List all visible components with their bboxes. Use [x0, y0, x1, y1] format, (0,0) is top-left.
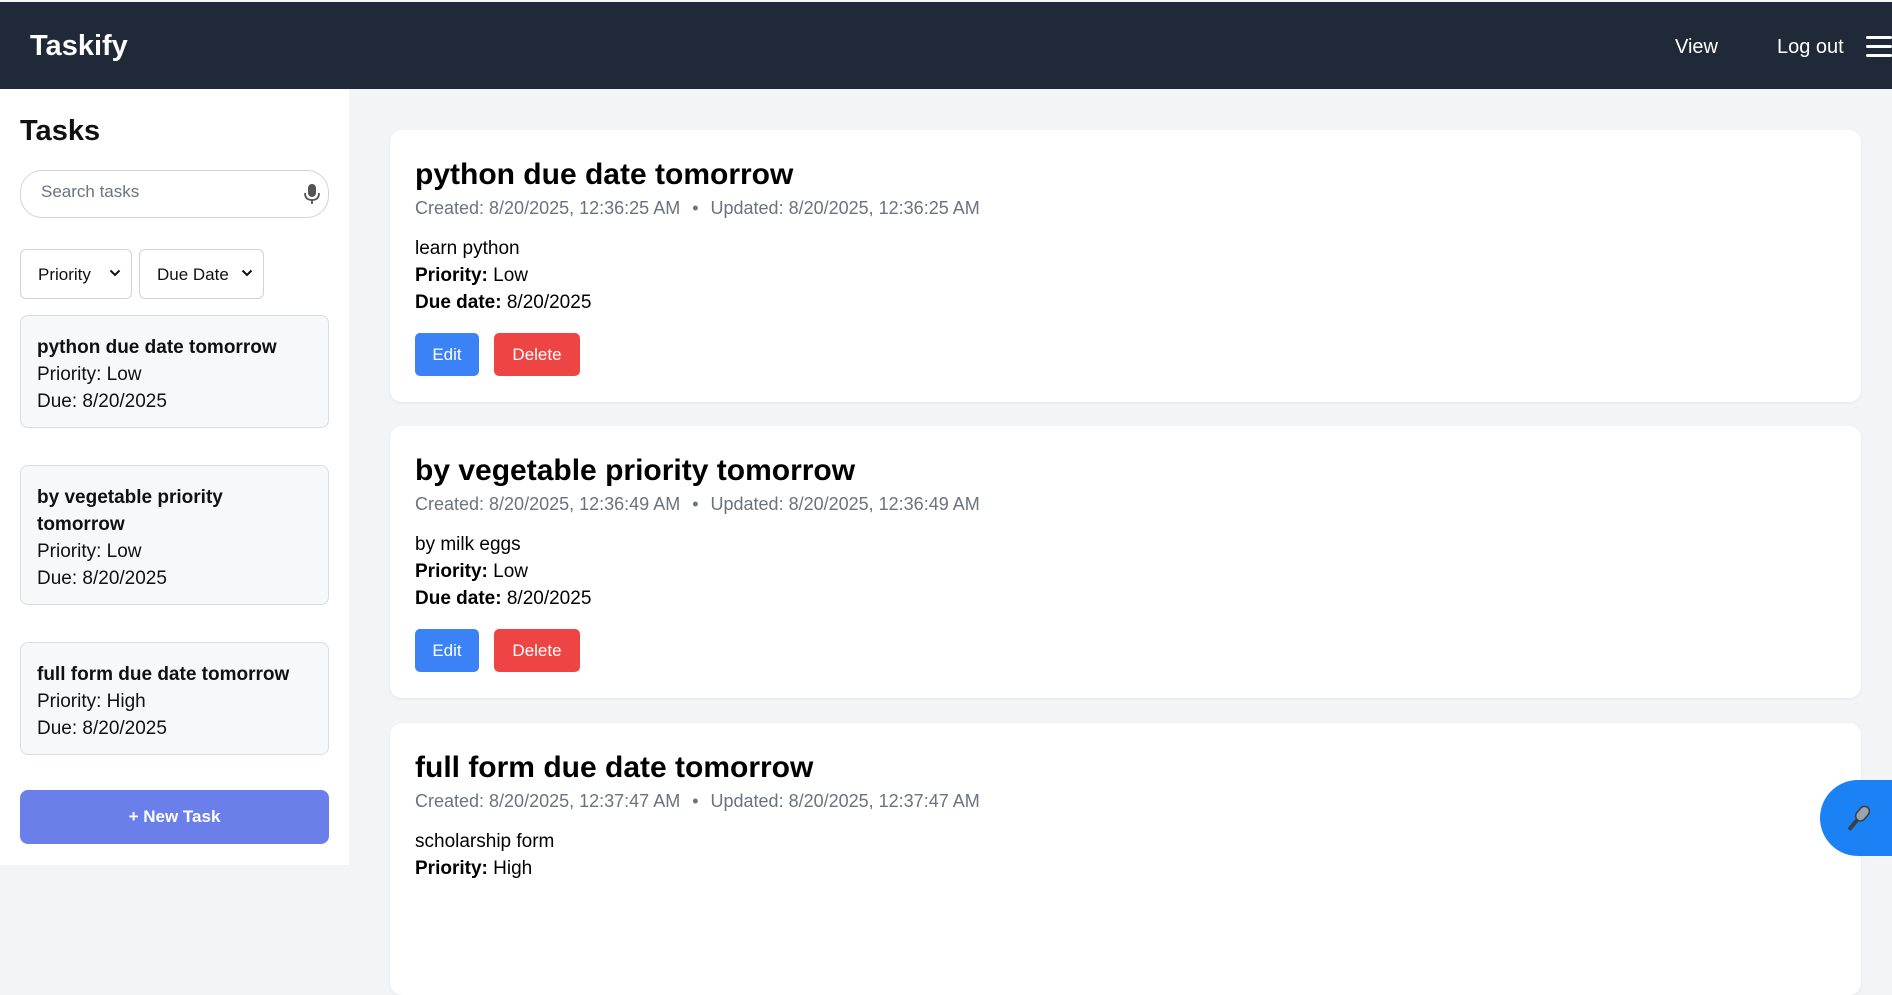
- search-box[interactable]: [20, 170, 329, 218]
- meta-separator: •: [692, 198, 699, 218]
- sidebar-task-item[interactable]: full form due date tomorrow Priority: Hi…: [20, 642, 329, 755]
- task-priority-row: Priority: Low: [415, 262, 591, 289]
- due-date-label: Due date:: [415, 588, 502, 609]
- priority-value: Low: [493, 265, 528, 286]
- sidebar-task-item[interactable]: by vegetable priority tomorrow Priority:…: [20, 465, 329, 605]
- updated-timestamp: Updated: 8/20/2025, 12:37:47 AM: [710, 791, 980, 811]
- created-timestamp: Created: 8/20/2025, 12:36:49 AM: [415, 494, 681, 514]
- delete-button[interactable]: Delete: [494, 333, 580, 376]
- created-timestamp: Created: 8/20/2025, 12:37:47 AM: [415, 791, 681, 811]
- sidebar: Tasks Priority Due Date python due date …: [0, 89, 349, 865]
- priority-filter-select[interactable]: Priority: [20, 249, 132, 299]
- edit-button[interactable]: Edit: [415, 333, 479, 376]
- priority-label: Priority:: [415, 561, 488, 582]
- task-priority-row: Priority: Low: [415, 558, 591, 585]
- sidebar-task-title: full form due date tomorrow: [37, 664, 290, 685]
- updated-timestamp: Updated: 8/20/2025, 12:36:49 AM: [710, 494, 980, 514]
- task-card: by vegetable priority tomorrow Created: …: [390, 426, 1861, 698]
- new-task-button[interactable]: + New Task: [20, 790, 329, 844]
- nav-view-link[interactable]: View: [1675, 36, 1718, 59]
- search-input[interactable]: [41, 179, 296, 205]
- task-description: scholarship form: [415, 831, 555, 852]
- meta-separator: •: [692, 791, 699, 811]
- task-timestamps: Created: 8/20/2025, 12:36:49 AM • Updated:…: [415, 494, 980, 515]
- sidebar-task-due: Due: 8/20/2025: [37, 718, 167, 739]
- due-date-value: 8/20/2025: [506, 588, 592, 609]
- app-brand[interactable]: Taskify: [30, 30, 128, 63]
- task-timestamps: Created: 8/20/2025, 12:37:47 AM • Updated:…: [415, 791, 980, 812]
- sidebar-task-priority: Priority: High: [37, 691, 146, 712]
- task-priority-row: Priority: High: [415, 855, 554, 882]
- due-date-filter-value: Due Date: [157, 265, 229, 284]
- sidebar-task-priority: Priority: Low: [37, 541, 142, 562]
- sidebar-task-item[interactable]: python due date tomorrow Priority: Low D…: [20, 315, 329, 428]
- priority-value: High: [493, 858, 533, 879]
- task-timestamps: Created: 8/20/2025, 12:36:25 AM • Updated:…: [415, 198, 980, 219]
- task-description: learn python: [415, 238, 520, 259]
- hamburger-icon[interactable]: [1866, 36, 1892, 58]
- delete-button[interactable]: Delete: [494, 629, 580, 672]
- updated-timestamp: Updated: 8/20/2025, 12:36:25 AM: [710, 198, 980, 218]
- priority-label: Priority:: [415, 265, 488, 286]
- task-title: full form due date tomorrow: [415, 751, 814, 784]
- priority-filter-value: Priority: [38, 265, 91, 284]
- meta-separator: •: [692, 494, 699, 514]
- task-card: full form due date tomorrow Created: 8/2…: [390, 723, 1861, 995]
- nav-logout-link[interactable]: Log out: [1777, 36, 1844, 59]
- created-timestamp: Created: 8/20/2025, 12:36:25 AM: [415, 198, 681, 218]
- sidebar-title: Tasks: [20, 115, 101, 147]
- top-navbar: Taskify View Log out: [0, 2, 1892, 89]
- task-description: by milk eggs: [415, 534, 521, 555]
- task-card: python due date tomorrow Created: 8/20/2…: [390, 130, 1861, 402]
- microphone-icon[interactable]: [303, 183, 321, 205]
- task-due-row: Due date: 8/20/2025: [415, 585, 591, 612]
- sidebar-task-priority: Priority: Low: [37, 364, 142, 385]
- task-due-row: Due date: 8/20/2025: [415, 289, 591, 316]
- due-date-value: 8/20/2025: [506, 292, 592, 313]
- voice-fab-button[interactable]: [1820, 780, 1892, 856]
- task-details: by milk eggs Priority: Low Due date: 8/2…: [415, 531, 591, 612]
- chevron-down-icon: [109, 269, 121, 277]
- sidebar-task-due: Due: 8/20/2025: [37, 568, 167, 589]
- edit-button[interactable]: Edit: [415, 629, 479, 672]
- task-details: scholarship form Priority: High: [415, 828, 554, 882]
- microphone-icon: [1847, 805, 1871, 831]
- sidebar-task-title: by vegetable priority tomorrow: [37, 487, 223, 535]
- sidebar-task-due: Due: 8/20/2025: [37, 391, 167, 412]
- priority-value: Low: [493, 561, 528, 582]
- due-date-label: Due date:: [415, 292, 502, 313]
- task-details: learn python Priority: Low Due date: 8/2…: [415, 235, 591, 316]
- priority-label: Priority:: [415, 858, 488, 879]
- task-title: python due date tomorrow: [415, 158, 794, 191]
- due-date-filter-select[interactable]: Due Date: [139, 249, 264, 299]
- task-title: by vegetable priority tomorrow: [415, 454, 856, 487]
- sidebar-task-title: python due date tomorrow: [37, 337, 277, 358]
- chevron-down-icon: [241, 269, 253, 277]
